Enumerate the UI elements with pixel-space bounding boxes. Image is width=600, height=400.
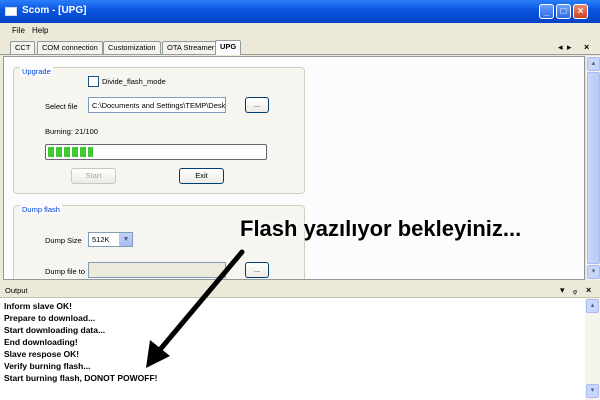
output-line: Slave respose OK! [4, 349, 80, 359]
tab-customization[interactable]: Customization [103, 41, 161, 54]
dump-size-value: 512K [92, 235, 110, 244]
close-window-button[interactable]: × [573, 4, 588, 19]
output-header: Output ▾ ᵩ × [0, 284, 600, 298]
output-line: End downloading! [4, 337, 78, 347]
scroll-down-icon[interactable]: ▾ [587, 265, 600, 279]
tab-strip: CCT COM connection Customization OTA Str… [0, 39, 600, 55]
dump-file-label: Dump file to [45, 267, 86, 276]
output-scrollbar[interactable]: ▴ ▾ [585, 298, 600, 400]
start-button[interactable]: Start [71, 168, 116, 184]
output-line: Verify burning flash... [4, 361, 91, 371]
menu-bar: File Help [0, 23, 600, 39]
window-title: Scom - [UPG] [22, 5, 87, 16]
dump-flash-group-title: Dump flash [20, 205, 62, 214]
dump-size-select[interactable]: 512K ▼ [88, 232, 133, 247]
minimize-button[interactable]: _ [539, 4, 554, 19]
file-path-input[interactable]: C:\Documents and Settings\TEMP\Desktop\s [88, 97, 226, 113]
content-scrollbar[interactable]: ▴ ▾ [585, 56, 600, 280]
burning-status: Burning: 21/100 [45, 127, 98, 136]
burning-progress-fill [48, 147, 94, 157]
chevron-down-icon: ▼ [119, 233, 132, 246]
divide-flash-label: Divide_flash_mode [102, 77, 166, 86]
tab-scroll-left-icon[interactable]: ◂ [558, 42, 563, 53]
tab-close-icon[interactable]: × [584, 42, 589, 52]
upgrade-group-title: Upgrade [20, 67, 53, 76]
tab-com-connection[interactable]: COM connection [37, 41, 103, 54]
divide-flash-checkbox[interactable] [88, 76, 99, 87]
app-icon [5, 7, 17, 16]
output-dropdown-icon[interactable]: ▾ [560, 285, 565, 296]
title-bar: Scom - [UPG] _ □ × [0, 0, 600, 23]
tab-upg[interactable]: UPG [215, 40, 242, 55]
output-line: Start downloading data... [4, 325, 106, 335]
burning-progress-bar [45, 144, 267, 160]
browse-file-button[interactable]: ... [245, 97, 269, 113]
annotation-text: Flash yazılıyor bekleyiniz... [240, 216, 522, 241]
pin-icon[interactable]: ᵩ [573, 285, 577, 295]
menu-file[interactable]: File [12, 26, 25, 35]
menu-help[interactable]: Help [32, 26, 48, 35]
tab-scroll-right-icon[interactable]: ▸ [567, 42, 572, 53]
output-scroll-up-icon[interactable]: ▴ [586, 299, 599, 313]
exit-button[interactable]: Exit [179, 168, 224, 184]
output-line: Inform slave OK! [4, 301, 73, 311]
browse-dump-button[interactable]: ... [245, 262, 269, 278]
upg-panel: Upgrade Divide_flash_mode Select file C:… [3, 56, 585, 280]
output-title: Output [5, 286, 28, 295]
tab-ota-streamer[interactable]: OTA Streamer [162, 41, 220, 54]
upgrade-group: Upgrade Divide_flash_mode Select file C:… [13, 67, 305, 194]
dump-size-label: Dump Size [45, 236, 82, 245]
select-file-label: Select file [45, 102, 78, 111]
scroll-up-icon[interactable]: ▴ [587, 57, 600, 71]
output-scroll-down-icon[interactable]: ▾ [586, 384, 599, 398]
maximize-button[interactable]: □ [556, 4, 571, 19]
output-line: Start burning flash, DONOT POWOFF! [4, 373, 158, 383]
output-log[interactable]: Inform slave OK! Prepare to download... St… [0, 298, 585, 400]
output-line: Prepare to download... [4, 313, 96, 323]
output-close-icon[interactable]: × [586, 285, 591, 295]
tab-cct[interactable]: CCT [10, 41, 36, 54]
dump-file-input[interactable] [88, 262, 226, 278]
scroll-thumb[interactable] [587, 72, 600, 264]
